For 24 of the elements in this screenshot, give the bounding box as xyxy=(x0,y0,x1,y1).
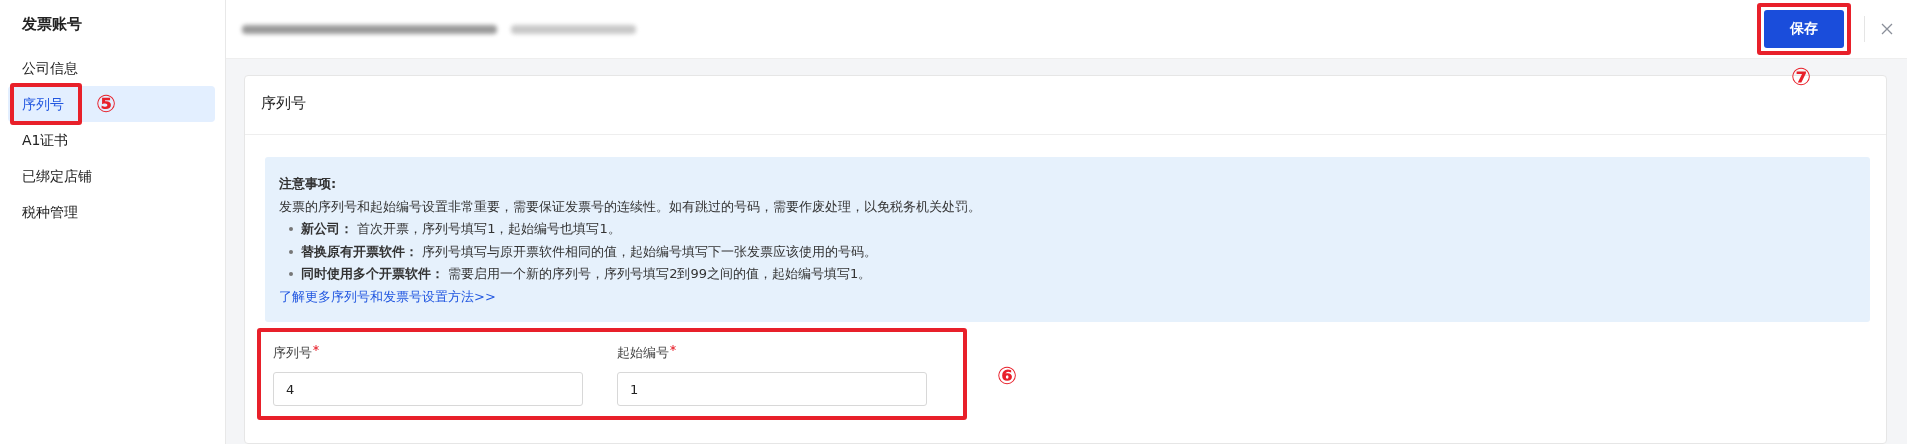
sidebar-item[interactable]: 公司信息 xyxy=(8,50,215,86)
notice-item: 替换原有开票软件： 序列号填写与原开票软件相同的值，起始编号填写下一张发票应该使用的号码。 xyxy=(301,242,878,261)
field-label: 起始编号 xyxy=(617,345,669,360)
save-button[interactable]: 保存 xyxy=(1764,10,1844,48)
step-number: ⑦ xyxy=(1791,65,1812,89)
sidebar-item[interactable]: A1证书 xyxy=(8,122,215,158)
highlight-frame xyxy=(10,83,82,125)
sidebar-item[interactable]: 税种管理 xyxy=(8,194,215,230)
notice-item: 同时使用多个开票软件： 需要启用一个新的序列号，序列号填写2到99之间的值，起始编号填写1。 xyxy=(301,265,872,283)
step-number: ⑤ xyxy=(96,92,117,116)
field-label: 序列号 xyxy=(273,345,312,360)
input-field[interactable]: 4 xyxy=(273,372,583,406)
sidebar-title: 发票账号 xyxy=(21,14,83,35)
step-number: ⑥ xyxy=(997,364,1018,388)
notice-text: 发票的序列号和起始编号设置非常重要，需要保证发票号的连续性。如有跳过的号码，需要作废处理，以免税务机关处罚。 xyxy=(279,197,982,216)
bullet-dot-icon xyxy=(289,272,293,277)
bullet-dot-icon xyxy=(289,249,293,254)
help-link[interactable]: 了解更多序列号和发票号设置方法>> xyxy=(279,288,496,304)
close-icon[interactable] xyxy=(1881,23,1893,35)
input-field[interactable]: 1 xyxy=(617,372,927,406)
bullet-dot-icon xyxy=(289,227,293,232)
notice-heading: 注意事项: xyxy=(279,175,338,193)
sidebar-item[interactable]: 已绑定店铺 xyxy=(8,158,215,194)
notice-item: 新公司： 首次开票，序列号填写1，起始编号也填写1。 xyxy=(301,220,621,238)
